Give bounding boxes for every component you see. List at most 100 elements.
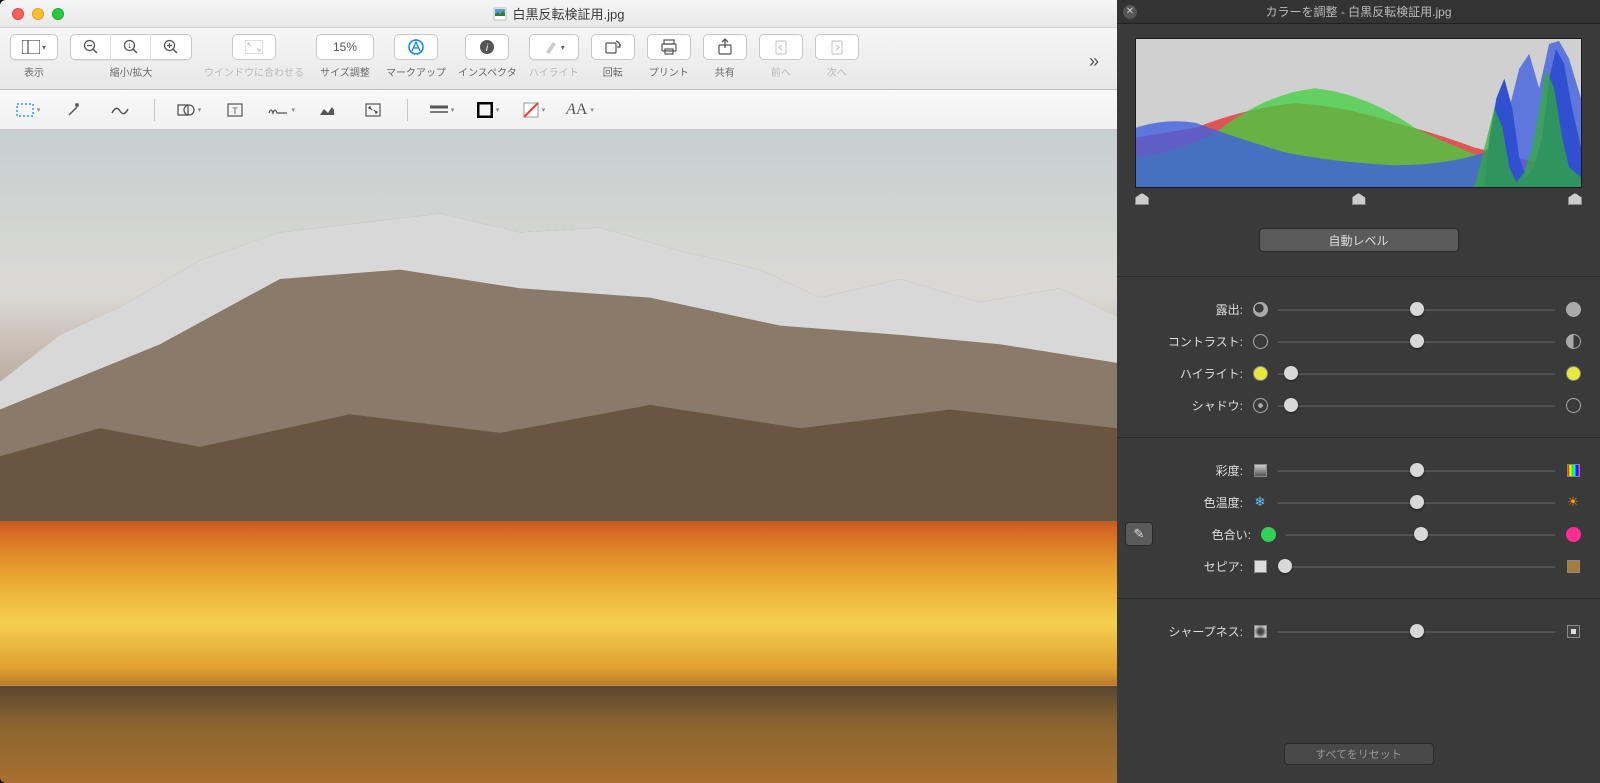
font-tool[interactable]: AA▾ [566,97,594,123]
highlights-max-icon [1564,364,1582,382]
next-button[interactable] [815,34,859,60]
zoom-value-button[interactable]: 15% [316,34,374,60]
rotate-button[interactable] [591,34,635,60]
preview-window: 白黒反転検証用.jpg ▾ 表示 1 縮小/拡大 ウインドウに合わせる [0,0,1117,783]
sepia-max-icon [1564,557,1582,575]
shadows-label: シャドウ: [1117,397,1243,414]
text-tool[interactable]: T [221,97,249,123]
panel-title-text: カラーを調整 - 白黒反転検証用.jpg [1265,3,1451,20]
markup-button[interactable] [394,34,438,60]
divider [1117,276,1600,277]
next-label: 次へ [827,64,847,79]
svg-text:T: T [232,106,238,116]
sharpness-slider[interactable] [1277,622,1556,640]
tint-slider[interactable] [1285,525,1556,543]
contrast-label: コントラスト: [1117,333,1243,350]
sign-icon [267,103,288,117]
fit-icon [245,40,263,54]
fill-color-tool[interactable]: ▾ [520,97,548,123]
zoom-in-button[interactable] [151,34,191,60]
fill-icon [523,102,539,118]
temperature-min-icon: ❄ [1251,493,1269,511]
zoom-actual-button[interactable]: 1 [111,34,151,60]
highlights-label: ハイライト: [1117,365,1243,382]
share-button[interactable] [703,34,747,60]
toolbar-overflow[interactable]: » [1089,51,1107,72]
sepia-label: セピア: [1117,558,1243,575]
panel-titlebar[interactable]: ✕ カラーを調整 - 白黒反転検証用.jpg [1117,0,1600,24]
shadows-slider[interactable] [1277,396,1556,414]
highlights-slider[interactable] [1277,364,1556,382]
fit-window-button[interactable] [232,34,276,60]
text-icon: T [227,102,243,118]
info-icon: i [478,38,496,56]
zoom-out-button[interactable] [71,34,111,60]
sign-tool[interactable]: ▾ [267,97,295,123]
titlebar[interactable]: 白黒反転検証用.jpg [0,0,1117,28]
saturation-max-icon [1564,461,1582,479]
exposure-slider[interactable] [1277,300,1556,318]
size-label: サイズ調整 [320,64,370,79]
white-point-handle[interactable] [1568,193,1582,205]
view-button[interactable]: ▾ [10,34,58,60]
highlight-icon [543,39,559,55]
selection-tool[interactable]: ▾ [14,97,42,123]
saturation-slider[interactable] [1277,461,1556,479]
exposure-label: 露出: [1117,301,1243,318]
adjust-color-panel: ✕ カラーを調整 - 白黒反転検証用.jpg 自動レベル 露出: コントラスト: [1117,0,1600,783]
image-trees [0,522,1117,705]
print-icon [660,39,678,55]
temperature-label: 色温度: [1117,494,1243,511]
tint-label: 色合い: [1161,526,1251,543]
eyedropper-button[interactable]: ✎ [1125,522,1153,546]
minimize-window-button[interactable] [32,8,44,20]
contrast-min-icon [1251,332,1269,350]
zoom-window-button[interactable] [52,8,64,20]
shapes-tool[interactable]: ▾ [175,97,203,123]
black-point-handle[interactable] [1135,193,1149,205]
close-window-button[interactable] [12,8,24,20]
selection-icon [16,103,34,117]
adjust-icon [318,103,336,117]
prev-button[interactable] [759,34,803,60]
divider [1117,437,1600,438]
contrast-slider[interactable] [1277,332,1556,350]
panel-close-button[interactable]: ✕ [1123,5,1137,19]
temperature-slider[interactable] [1277,493,1556,511]
border-icon [477,102,493,118]
histogram [1135,38,1582,188]
inspector-button[interactable]: i [465,34,509,60]
contrast-max-icon [1564,332,1582,350]
next-icon [829,38,845,56]
border-color-tool[interactable]: ▾ [474,97,502,123]
reset-all-button[interactable]: すべてをリセット [1284,743,1434,765]
sharpness-max-icon [1564,622,1582,640]
sketch-tool[interactable] [106,97,134,123]
saturation-label: 彩度: [1117,462,1243,479]
line-style-tool[interactable]: ▾ [428,97,456,123]
prev-label: 前へ [771,64,791,79]
rotate-label: 回転 [603,64,623,79]
window-title: 白黒反転検証用.jpg [493,4,625,23]
sharpness-min-icon [1251,622,1269,640]
fit-label: ウインドウに合わせる [204,64,304,79]
sepia-slider[interactable] [1277,557,1556,575]
exposure-min-icon [1251,300,1269,318]
markup-icon [407,38,425,56]
markup-label: マークアップ [386,64,446,79]
auto-levels-button[interactable]: 自動レベル [1259,228,1459,252]
zoom-label: 縮小/拡大 [110,64,153,79]
sepia-min-icon [1251,557,1269,575]
slider-group-2: 彩度: 色温度: ❄ ☀ ✎ 色合い: セピア: [1117,444,1600,592]
adjust-color-tool[interactable] [313,97,341,123]
adjust-size-tool[interactable] [359,97,387,123]
rotate-icon [604,39,622,55]
separator [407,99,408,121]
instant-alpha-tool[interactable] [60,97,88,123]
mid-point-handle[interactable] [1352,193,1366,205]
print-button[interactable] [647,34,691,60]
highlight-button[interactable]: ▾ [529,34,579,60]
temperature-max-icon: ☀ [1564,493,1582,511]
image-canvas[interactable] [0,130,1117,783]
inspector-label: インスペクタ [458,64,517,79]
